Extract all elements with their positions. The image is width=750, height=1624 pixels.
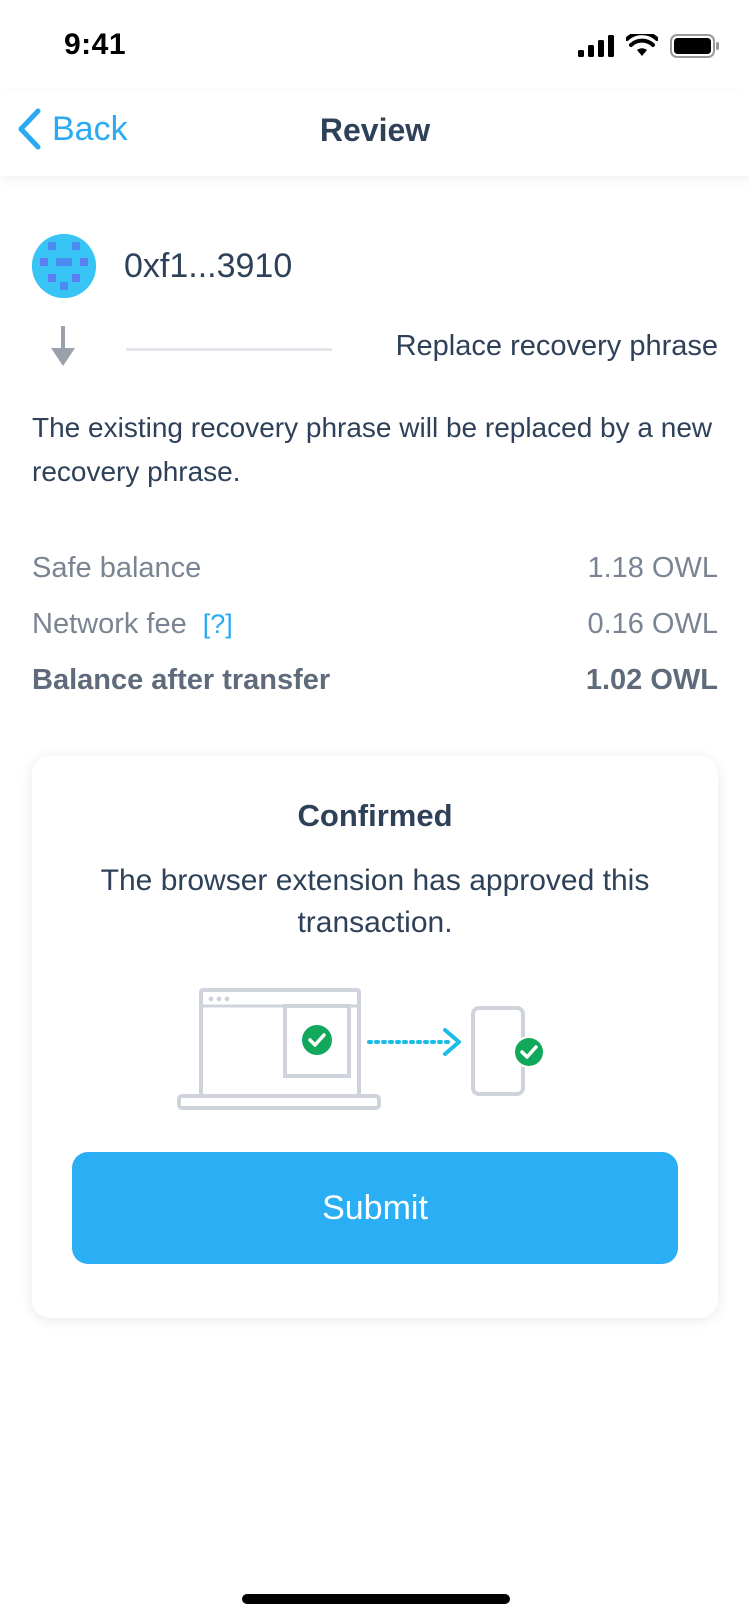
navigation-bar: Back Review [0,90,750,176]
action-label: Replace recovery phrase [395,330,718,362]
confirmation-card: Confirmed The browser extension has appr… [32,756,718,1318]
safe-balance-label: Safe balance [32,552,202,584]
account-address: 0xf1...3910 [124,246,293,285]
safe-balance-row: Safe balance 1.18 OWL [32,552,718,585]
card-text: The browser extension has approved this … [100,864,650,939]
home-indicator [242,1594,510,1604]
card-title: Confirmed [297,798,453,833]
network-fee-help-link[interactable]: [?] [203,609,233,639]
account-row: 0xf1...3910 [32,234,292,298]
network-fee-row: Network fee [?] 0.16 OWL [32,608,718,641]
balance-after-label: Balance after transfer [32,664,331,696]
status-bar: 9:41 [0,0,750,90]
laptop-icon [177,988,381,1110]
browser-to-phone-illustration [177,988,545,1110]
page-title: Review [319,112,431,148]
balance-after-value: 1.02 OWL [585,664,718,696]
battery-icon [670,34,719,58]
network-fee-label-group: Network fee [?] [32,608,233,641]
balance-after-row: Balance after transfer 1.02 OWL [32,664,718,697]
status-time: 9:41 [64,28,127,61]
divider-line [126,348,332,351]
arrow-down-icon [51,326,75,366]
status-icons [578,34,720,58]
description-text: The existing recovery phrase will be rep… [32,412,713,487]
wifi-icon [626,34,658,56]
cellular-signal-icon [578,35,614,57]
submit-button[interactable]: Submit [72,1152,678,1264]
network-fee-value: 0.16 OWL [587,608,718,640]
network-fee-label: Network fee [32,608,187,640]
check-icon [302,1025,332,1055]
check-icon [513,1036,545,1068]
identicon-avatar [32,234,96,298]
safe-balance-value: 1.18 OWL [587,552,718,584]
dotted-arrow-icon [367,1028,461,1056]
